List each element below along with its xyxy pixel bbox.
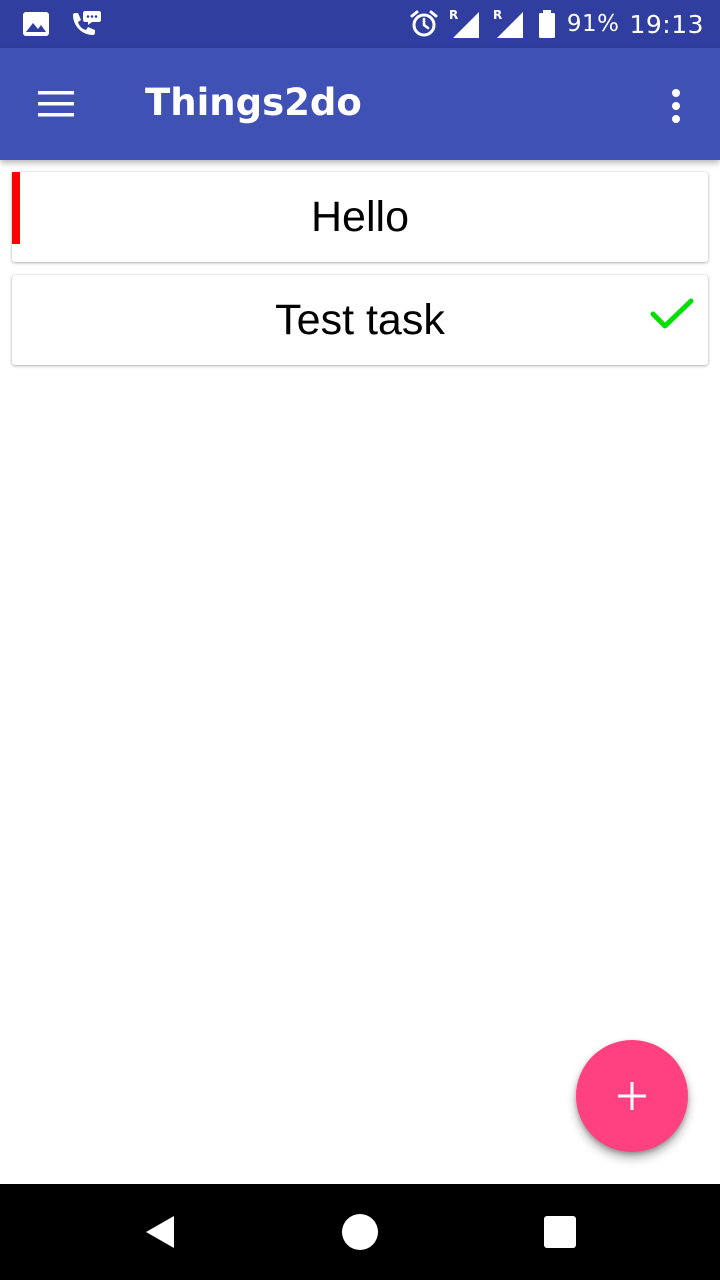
status-bar: R R 91% 19:13 (0, 0, 720, 48)
home-button[interactable] (300, 1184, 420, 1280)
image-icon (22, 11, 50, 37)
app-bar: Things2do (0, 48, 720, 160)
task-card[interactable]: Test task (12, 275, 708, 365)
alarm-icon (409, 9, 439, 39)
status-time: 19:13 (629, 9, 704, 39)
nav-bar (0, 1184, 720, 1280)
signal-roaming-icon: R (493, 8, 527, 40)
home-icon (342, 1214, 378, 1250)
battery-icon (537, 9, 557, 39)
back-icon (146, 1216, 174, 1248)
plus-icon (618, 1082, 646, 1110)
back-button[interactable] (100, 1184, 220, 1280)
task-list: Hello Test task (12, 172, 708, 378)
hamburger-menu-icon (38, 91, 74, 117)
app-title: Things2do (145, 81, 362, 124)
more-vert-icon (672, 89, 680, 123)
roaming-label: R (493, 8, 502, 22)
battery-percent: 91% (566, 11, 620, 37)
recents-icon (544, 1216, 576, 1248)
signal-roaming-icon: R (449, 8, 483, 40)
task-title: Hello (311, 193, 409, 241)
task-title: Test task (275, 296, 445, 344)
menu-button[interactable] (20, 76, 92, 132)
add-task-button[interactable] (576, 1040, 688, 1152)
task-card[interactable]: Hello (12, 172, 708, 262)
checkmark-stroke (650, 298, 694, 329)
recents-button[interactable] (500, 1184, 620, 1280)
status-right-icons: R R 91% 19:13 (409, 8, 704, 40)
phone-chat-icon (68, 9, 102, 39)
status-left-icons (22, 10, 102, 38)
screen: R R 91% 19:13 Things2do Hello Test task (0, 0, 720, 1280)
roaming-label: R (449, 8, 458, 22)
checkmark-icon (650, 298, 694, 329)
overflow-menu-button[interactable] (652, 78, 700, 134)
